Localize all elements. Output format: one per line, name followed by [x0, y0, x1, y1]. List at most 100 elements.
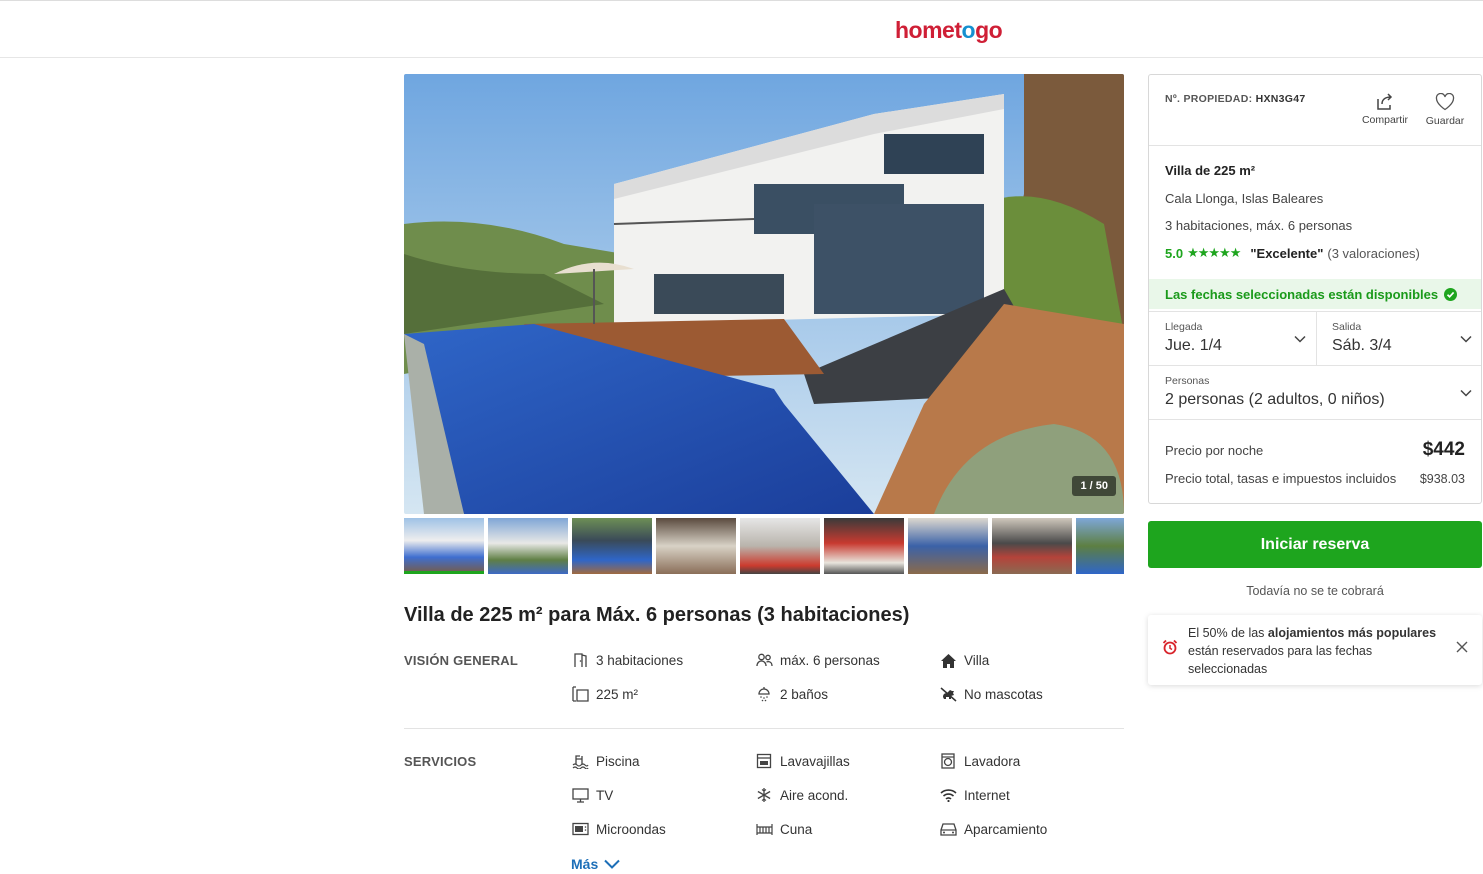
service-item-text: Microondas: [596, 821, 666, 837]
overview-item-bedrooms: 3 habitaciones: [571, 652, 683, 668]
crib-icon: [755, 821, 773, 837]
main-photo[interactable]: 1 / 50: [404, 74, 1124, 514]
property-id-label: Nº. PROPIEDAD:: [1165, 93, 1253, 105]
washer-icon: [939, 753, 957, 769]
shower-icon: [755, 686, 773, 702]
notice-text-bold: alojamientos más populares: [1267, 626, 1437, 640]
check-circle-icon: [1444, 287, 1458, 301]
heart-icon: [1435, 93, 1455, 111]
notice-text: El 50% de las alojamientos más populares…: [1188, 624, 1448, 678]
service-item-text: Cuna: [780, 821, 813, 837]
car-icon: [939, 821, 957, 837]
no-charge-note: Todavía no se te cobrará: [1246, 584, 1384, 598]
arrival-date-field[interactable]: Llegada Jue. 1/4: [1165, 321, 1315, 355]
arrival-value: Jue. 1/4: [1165, 337, 1222, 354]
overview-item-text: 2 baños: [780, 686, 829, 702]
thumbnail[interactable]: [992, 518, 1072, 574]
logo-text-home: home: [895, 17, 955, 43]
rating-row[interactable]: 5.0 ★★★★★ "Excelente" (3 valoraciones): [1165, 245, 1420, 261]
chevron-down-icon[interactable]: [1294, 335, 1306, 343]
people-icon: [755, 652, 773, 668]
service-item-text: Lavavajillas: [780, 753, 850, 769]
service-item-parking: Aparcamiento: [939, 821, 1047, 837]
price-total-row: Precio total, tasas e impuestos incluido…: [1165, 471, 1465, 486]
guests-label: Personas: [1165, 375, 1210, 387]
more-label: Más: [571, 856, 599, 872]
property-id: Nº. PROPIEDAD: HXN3G47: [1165, 93, 1306, 105]
price-per-night-label: Precio por noche: [1165, 443, 1264, 458]
area-icon: [571, 686, 589, 702]
service-item-tv: TV: [571, 787, 613, 803]
share-button[interactable]: Compartir: [1355, 93, 1415, 126]
rating-label: "Excelente": [1250, 245, 1324, 261]
thumbnail[interactable]: [572, 518, 652, 574]
thumbnail[interactable]: [488, 518, 568, 574]
overview-item-text: No mascotas: [964, 686, 1043, 702]
thumbnail[interactable]: [824, 518, 904, 574]
overview-item-bathrooms: 2 baños: [755, 686, 828, 702]
price-per-night-value: $442: [1422, 439, 1465, 460]
service-item-dishwasher: Lavavajillas: [755, 753, 850, 769]
overview-item-text: máx. 6 personas: [780, 652, 880, 668]
panel-divider: [1149, 311, 1481, 312]
overview-item-text: 225 m²: [596, 686, 639, 702]
thumbnail[interactable]: [908, 518, 988, 574]
panel-divider: [1149, 419, 1481, 420]
service-item-internet: Internet: [939, 787, 1010, 803]
wifi-icon: [939, 787, 957, 803]
service-item-text: Aire acond.: [780, 787, 849, 803]
thumbnail[interactable]: [404, 518, 484, 574]
section-divider: [404, 728, 1124, 729]
thumbnail[interactable]: [740, 518, 820, 574]
guests-field[interactable]: Personas 2 personas (2 adultos, 0 niños): [1165, 375, 1455, 409]
listing-title: Villa de 225 m² para Máx. 6 personas (3 …: [404, 604, 910, 626]
chevron-down-icon[interactable]: [1460, 335, 1472, 343]
pool-icon: [571, 753, 589, 769]
chevron-down-icon[interactable]: [1460, 389, 1472, 397]
microwave-icon: [571, 821, 589, 837]
panel-divider: [1149, 145, 1481, 146]
popularity-notice: El 50% de las alojamientos más populares…: [1148, 615, 1482, 685]
arrival-label: Llegada: [1165, 321, 1203, 333]
guests-value: 2 personas (2 adultos, 0 niños): [1165, 391, 1385, 408]
service-item-crib: Cuna: [755, 821, 812, 837]
logo-pin-icon: o: [961, 17, 976, 43]
overview-item-pets: No mascotas: [939, 686, 1043, 702]
rating-count: (3 valoraciones): [1327, 245, 1420, 261]
service-item-text: Internet: [964, 787, 1010, 803]
save-button[interactable]: Guardar: [1415, 93, 1475, 127]
more-services-link[interactable]: Más: [571, 856, 620, 872]
thumbnail[interactable]: [1076, 518, 1124, 574]
overview-item-text: Villa: [964, 652, 990, 668]
service-item-text: Aparcamiento: [964, 821, 1048, 837]
dishwasher-icon: [755, 753, 773, 769]
start-booking-button[interactable]: Iniciar reserva: [1148, 521, 1482, 568]
no-pets-icon: [939, 686, 957, 702]
service-item-pool: Piscina: [571, 753, 640, 769]
service-item-text: TV: [596, 787, 614, 803]
services-label: SERVICIOS: [404, 754, 477, 769]
overview-label: VISIÓN GENERAL: [404, 653, 519, 668]
date-divider: [1316, 311, 1317, 365]
overview-item-text: 3 habitaciones: [596, 652, 684, 668]
price-total-value: $938.03: [1419, 472, 1465, 486]
alarm-clock-icon: [1162, 639, 1178, 655]
departure-value: Sáb. 3/4: [1332, 337, 1392, 354]
service-item-washer: Lavadora: [939, 753, 1020, 769]
overview-item-type: Villa: [939, 652, 989, 668]
booking-panel: Nº. PROPIEDAD: HXN3G47 Compartir Guardar…: [1148, 74, 1482, 504]
thumbnail[interactable]: [656, 518, 736, 574]
departure-date-field[interactable]: Salida Sáb. 3/4: [1332, 321, 1472, 355]
price-per-night-row: Precio por noche $442: [1165, 439, 1465, 461]
hometogo-logo[interactable]: hometogo: [895, 17, 1003, 44]
snowflake-icon: [755, 787, 773, 803]
close-icon[interactable]: [1456, 641, 1468, 653]
villa-title: Villa de 225 m²: [1165, 163, 1256, 178]
photo-counter: 1 / 50: [1072, 476, 1116, 496]
availability-banner: Las fechas seleccionadas están disponibl…: [1149, 279, 1481, 309]
villa-rooms: 3 habitaciones, máx. 6 personas: [1165, 218, 1353, 233]
departure-label: Salida: [1332, 321, 1362, 333]
tv-icon: [571, 787, 589, 803]
service-item-text: Piscina: [596, 753, 640, 769]
share-icon: [1377, 93, 1393, 110]
